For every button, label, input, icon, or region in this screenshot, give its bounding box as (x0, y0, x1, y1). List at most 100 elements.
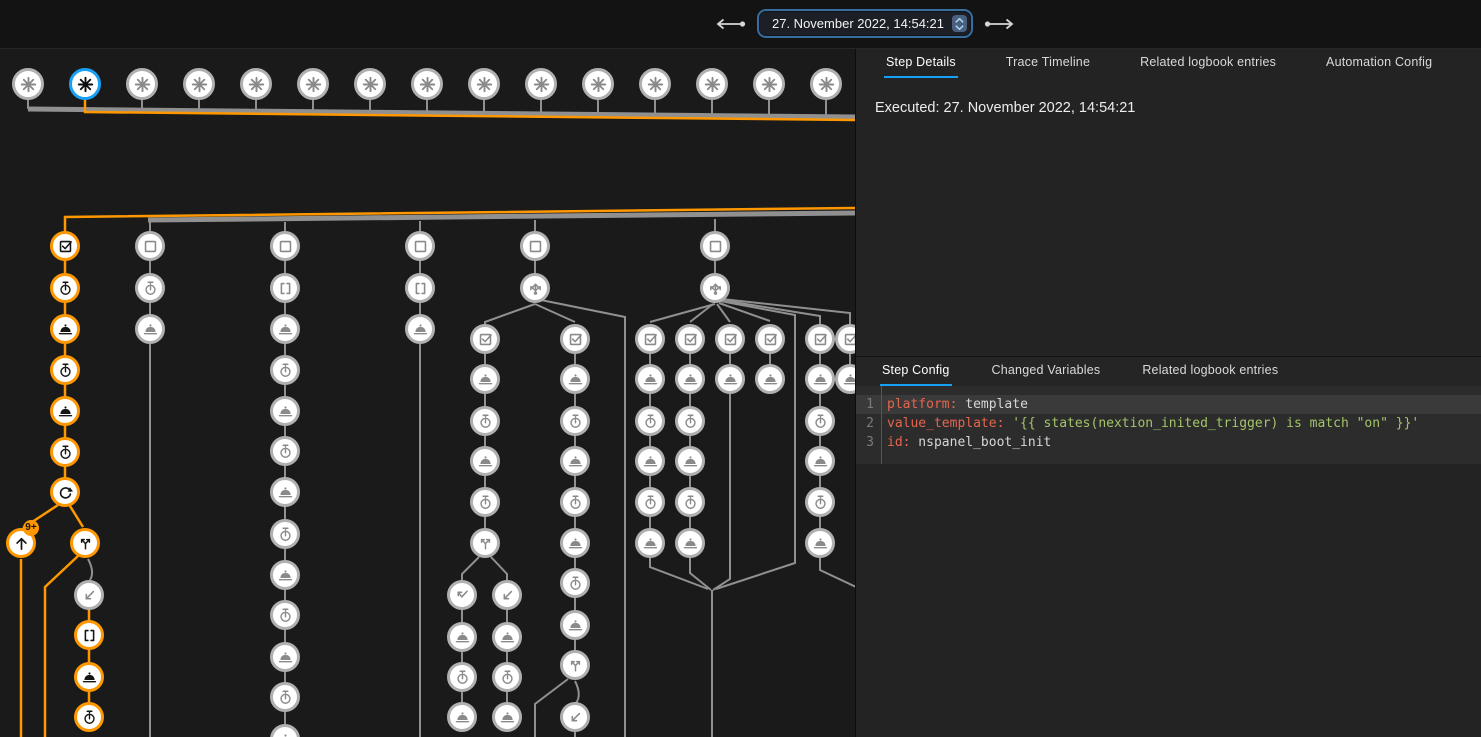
tab-related-logbook-entries-bottom[interactable]: Related logbook entries (1140, 363, 1280, 386)
graph-node-service[interactable] (675, 446, 705, 476)
graph-node-service[interactable] (270, 314, 300, 344)
graph-node-asterisk[interactable] (525, 68, 557, 100)
graph-node-asterisk[interactable] (582, 68, 614, 100)
graph-node-asterisk[interactable] (69, 68, 101, 100)
graph-node-asterisk[interactable] (297, 68, 329, 100)
trace-graph-canvas[interactable]: 9+ (0, 0, 855, 737)
graph-node-timer[interactable] (560, 568, 590, 598)
graph-node-checkbox-marked[interactable] (715, 324, 745, 354)
graph-node-asterisk[interactable] (753, 68, 785, 100)
graph-node-service[interactable] (270, 642, 300, 672)
graph-node-checkbox-blank[interactable] (405, 231, 435, 261)
graph-node-timer[interactable] (50, 355, 80, 385)
graph-node-service[interactable] (805, 446, 835, 476)
graph-node-timer[interactable] (270, 682, 300, 712)
graph-node-service[interactable] (447, 702, 477, 732)
graph-node-brackets[interactable] (405, 273, 435, 303)
graph-node-checkbox-blank[interactable] (270, 231, 300, 261)
graph-node-service[interactable] (470, 364, 500, 394)
graph-node-checkbox-marked[interactable] (675, 324, 705, 354)
run-datetime-select[interactable]: 27. November 2022, 14:54:21 (759, 11, 971, 36)
graph-node-service[interactable] (835, 364, 855, 394)
yaml-code-editor[interactable]: 1 platform: template 2 value_template: '… (856, 386, 1481, 464)
tab-step-config[interactable]: Step Config (880, 363, 952, 386)
graph-node-timer[interactable] (560, 487, 590, 517)
graph-node-service[interactable] (755, 364, 785, 394)
graph-node-service[interactable] (635, 364, 665, 394)
tab-changed-variables[interactable]: Changed Variables (990, 363, 1103, 386)
graph-node-checkbox-marked[interactable] (805, 324, 835, 354)
graph-node-service[interactable] (560, 528, 590, 558)
graph-node-arrow-bottom-left[interactable] (560, 702, 590, 732)
graph-node-call-split[interactable] (470, 528, 500, 558)
graph-node-timer[interactable] (270, 600, 300, 630)
graph-node-timer[interactable] (50, 273, 80, 303)
graph-node-checkbox-marked[interactable] (835, 324, 855, 354)
graph-node-brackets[interactable] (270, 273, 300, 303)
graph-node-call-split[interactable] (560, 650, 590, 680)
graph-node-asterisk[interactable] (696, 68, 728, 100)
graph-node-checkbox-marked[interactable] (560, 324, 590, 354)
graph-node-service[interactable] (270, 560, 300, 590)
graph-node-brackets[interactable] (74, 620, 104, 650)
graph-node-asterisk[interactable] (126, 68, 158, 100)
graph-node-service[interactable] (805, 364, 835, 394)
graph-node-timer[interactable] (135, 273, 165, 303)
graph-node-asterisk[interactable] (240, 68, 272, 100)
graph-node-service[interactable] (74, 662, 104, 692)
graph-node-service[interactable] (270, 396, 300, 426)
graph-node-service[interactable] (635, 528, 665, 558)
tab-trace-timeline[interactable]: Trace Timeline (1004, 55, 1092, 78)
graph-node-service[interactable] (270, 477, 300, 507)
graph-node-call-missed[interactable] (447, 580, 477, 610)
graph-node-timer[interactable] (675, 487, 705, 517)
graph-node-timer[interactable] (447, 662, 477, 692)
graph-node-service[interactable] (675, 528, 705, 558)
graph-node-asterisk[interactable] (354, 68, 386, 100)
graph-node-service[interactable] (270, 724, 300, 737)
graph-node-timer[interactable] (270, 436, 300, 466)
graph-node-service[interactable] (805, 528, 835, 558)
graph-node-service[interactable] (635, 446, 665, 476)
graph-node-checkbox-marked[interactable] (470, 324, 500, 354)
graph-node-timer[interactable] (270, 519, 300, 549)
graph-node-asterisk[interactable] (411, 68, 443, 100)
graph-node-timer[interactable] (805, 487, 835, 517)
graph-node-checkbox-blank[interactable] (700, 231, 730, 261)
graph-node-timer[interactable] (635, 406, 665, 436)
graph-node-service[interactable] (675, 364, 705, 394)
graph-node-service[interactable] (492, 702, 522, 732)
graph-node-checkbox-marked[interactable] (635, 324, 665, 354)
graph-node-timer[interactable] (675, 406, 705, 436)
graph-node-timer[interactable] (635, 487, 665, 517)
graph-node-service[interactable] (447, 622, 477, 652)
graph-node-service[interactable] (135, 314, 165, 344)
tab-automation-config[interactable]: Automation Config (1324, 55, 1434, 78)
graph-node-service[interactable] (470, 446, 500, 476)
graph-node-service[interactable] (715, 364, 745, 394)
graph-node-checkbox-marked[interactable] (50, 231, 80, 261)
graph-node-asterisk[interactable] (810, 68, 842, 100)
graph-node-arrow-decision[interactable] (700, 273, 730, 303)
graph-node-timer[interactable] (470, 406, 500, 436)
graph-node-timer[interactable] (74, 702, 104, 732)
graph-node-service[interactable] (405, 314, 435, 344)
graph-node-asterisk[interactable] (468, 68, 500, 100)
graph-node-arrow-bottom-left[interactable] (492, 580, 522, 610)
graph-node-checkbox-blank[interactable] (135, 231, 165, 261)
graph-node-checkbox-marked[interactable] (755, 324, 785, 354)
graph-node-arrow-decision[interactable] (520, 273, 550, 303)
tab-related-logbook-entries[interactable]: Related logbook entries (1138, 55, 1278, 78)
graph-node-timer[interactable] (492, 662, 522, 692)
graph-node-arrow-bottom-left[interactable] (74, 580, 104, 610)
graph-node-timer[interactable] (470, 487, 500, 517)
next-run-arrow-icon[interactable] (984, 18, 1014, 30)
graph-node-service[interactable] (50, 314, 80, 344)
graph-node-asterisk[interactable] (183, 68, 215, 100)
graph-node-timer[interactable] (560, 406, 590, 436)
graph-node-checkbox-blank[interactable] (520, 231, 550, 261)
graph-node-service[interactable] (560, 364, 590, 394)
graph-node-asterisk[interactable] (12, 68, 44, 100)
graph-node-repeat[interactable] (50, 477, 80, 507)
graph-node-call-split[interactable] (70, 528, 100, 558)
